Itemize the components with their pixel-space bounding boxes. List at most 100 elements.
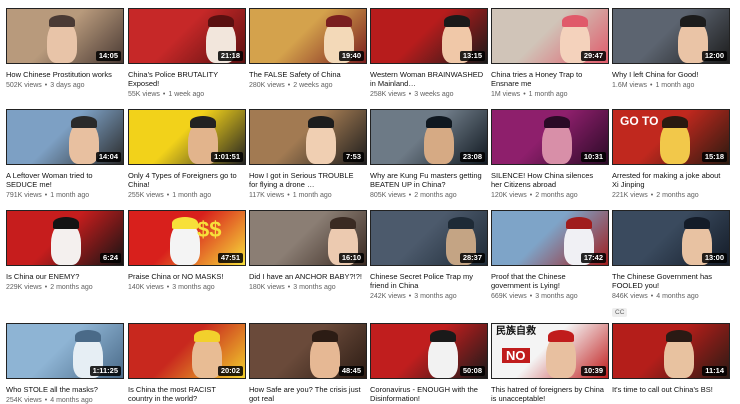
closed-captions-badge: CC	[612, 308, 628, 317]
video-thumbnail[interactable]: 10:31	[491, 109, 609, 165]
video-title[interactable]: Is China our ENEMY?	[6, 272, 124, 281]
upload-age: 3 months ago	[414, 293, 457, 300]
video-thumbnail[interactable]: 17:42	[491, 210, 609, 266]
video-thumbnail[interactable]: 6:24	[6, 210, 124, 266]
view-count: 221K views	[612, 192, 648, 199]
video-title[interactable]: This hatred of foreigners by China is un…	[491, 385, 609, 403]
video-thumbnail[interactable]: 28:37	[370, 210, 488, 266]
video-thumbnail[interactable]: 20:02	[128, 323, 246, 379]
video-thumbnail[interactable]: GO TO 15:18	[612, 109, 730, 165]
video-card[interactable]: 17:42 Proof that the Chinese government i…	[491, 210, 609, 301]
meta-separator: •	[287, 284, 291, 291]
video-title[interactable]: It's time to call out China's BS!	[612, 385, 730, 394]
video-meta: 242K views • 3 months ago	[370, 292, 488, 301]
video-card[interactable]: 10:31 SILENCE! How China silences her Cit…	[491, 109, 609, 200]
video-title[interactable]: Proof that the Chinese government is Lyi…	[491, 272, 609, 290]
meta-separator: •	[287, 82, 291, 89]
thumbnail-figure-hair	[684, 217, 710, 229]
view-count: 254K views	[6, 397, 42, 404]
video-card[interactable]: 13:15 Western Woman BRAINWASHED in Mainla…	[370, 8, 488, 99]
video-duration: 11:14	[702, 366, 727, 376]
video-card[interactable]: 48:45 How Safe are you? The crisis just g…	[249, 323, 367, 403]
video-title[interactable]: How Chinese Prostitution works	[6, 70, 124, 79]
video-card[interactable]: 11:14 It's time to call out China's BS!	[612, 323, 730, 394]
video-thumbnail[interactable]: 12:00	[612, 8, 730, 64]
video-card[interactable]: 20:02 Is China the most RACIST country in…	[128, 323, 246, 403]
video-title[interactable]: How I got in Serious TROUBLE for flying …	[249, 171, 367, 189]
video-title[interactable]: Why are Kung Fu masters getting BEATEN U…	[370, 171, 488, 189]
view-count: 255K views	[128, 192, 164, 199]
thumbnail-overlay-text: GO TO	[617, 114, 662, 128]
thumbnail-figure-hair	[75, 330, 101, 342]
video-thumbnail[interactable]: 48:45	[249, 323, 367, 379]
video-title[interactable]: Did I have an ANCHOR BABY?!?!	[249, 272, 367, 281]
video-title[interactable]: Chinese Secret Police Trap my friend in …	[370, 272, 488, 290]
video-thumbnail[interactable]: 14:05	[6, 8, 124, 64]
video-title[interactable]: Praise China or NO MASKS!	[128, 272, 246, 281]
video-card[interactable]: 民族自救 NO 10:39 This hatred of foreigners by …	[491, 323, 609, 403]
video-thumbnail[interactable]: 23:08	[370, 109, 488, 165]
video-thumbnail[interactable]: 1:11:25	[6, 323, 124, 379]
video-thumbnail[interactable]: 7:53	[249, 109, 367, 165]
video-card[interactable]: 7:53 How I got in Serious TROUBLE for fly…	[249, 109, 367, 200]
video-card[interactable]: 19:40 The FALSE Safety of China 280K views…	[249, 8, 367, 90]
thumbnail-figure-hair	[330, 217, 356, 229]
video-card[interactable]: $$ 47:51 Praise China or NO MASKS! 140K vie…	[128, 210, 246, 292]
video-card[interactable]: 23:08 Why are Kung Fu masters getting BEA…	[370, 109, 488, 200]
video-card[interactable]: 1:11:25 Who STOLE all the masks? 254K view…	[6, 323, 124, 404]
video-meta: 502K views • 3 days ago	[6, 81, 124, 90]
video-title[interactable]: Coronavirus - ENOUGH with the Disinforma…	[370, 385, 488, 403]
video-card[interactable]: 50:08 Coronavirus - ENOUGH with the Disin…	[370, 323, 488, 403]
video-title[interactable]: Only 4 Types of Foreigners go to China!	[128, 171, 246, 189]
meta-separator: •	[44, 284, 48, 291]
video-thumbnail[interactable]: $$ 47:51	[128, 210, 246, 266]
video-card[interactable]: 29:47 China tries a Honey Trap to Ensnare…	[491, 8, 609, 99]
video-meta: 791K views • 1 month ago	[6, 191, 124, 200]
video-title[interactable]: Arrested for making a joke about Xi Jinp…	[612, 171, 730, 189]
meta-separator: •	[523, 91, 526, 98]
video-meta: 120K views • 2 months ago	[491, 191, 609, 200]
video-meta: 669K views • 3 months ago	[491, 292, 609, 301]
video-title[interactable]: How Safe are you? The crisis just got re…	[249, 385, 367, 403]
video-duration: 21:18	[217, 51, 243, 61]
video-thumbnail[interactable]: 19:40	[249, 8, 367, 64]
video-thumbnail[interactable]: 21:18	[128, 8, 246, 64]
video-card[interactable]: 14:05 How Chinese Prostitution works 502K …	[6, 8, 124, 90]
video-thumbnail[interactable]: 13:00	[612, 210, 730, 266]
video-card[interactable]: 16:10 Did I have an ANCHOR BABY?!?! 180K v…	[249, 210, 367, 292]
video-card[interactable]: 21:18 China's Police BRUTALITY Exposed! 55…	[128, 8, 246, 99]
video-title[interactable]: SILENCE! How China silences her Citizens…	[491, 171, 609, 189]
thumbnail-figure-hair	[190, 116, 216, 128]
view-count: 669K views	[491, 293, 527, 300]
view-count: 846K views	[612, 293, 648, 300]
video-title[interactable]: A Leftover Woman tried to SEDUCE me!	[6, 171, 124, 189]
view-count: 502K views	[6, 82, 42, 89]
video-title[interactable]: The FALSE Safety of China	[249, 70, 367, 79]
video-card[interactable]: 1:01:51 Only 4 Types of Foreigners go to …	[128, 109, 246, 200]
video-card[interactable]: 13:00 The Chinese Government has FOOLED y…	[612, 210, 730, 319]
video-meta: 255K views • 1 month ago	[128, 191, 246, 200]
video-thumbnail[interactable]: 11:14	[612, 323, 730, 379]
video-card[interactable]: GO TO 15:18 Arrested for making a joke abo…	[612, 109, 730, 200]
video-thumbnail[interactable]: 民族自救 NO 10:39	[491, 323, 609, 379]
video-title[interactable]: Who STOLE all the masks?	[6, 385, 124, 394]
video-title[interactable]: Why I left China for Good!	[612, 70, 730, 79]
video-title[interactable]: China tries a Honey Trap to Ensnare me	[491, 70, 609, 88]
video-card[interactable]: 14:04 A Leftover Woman tried to SEDUCE me…	[6, 109, 124, 200]
video-thumbnail[interactable]: 50:08	[370, 323, 488, 379]
video-title[interactable]: Is China the most RACIST country in the …	[128, 385, 246, 403]
upload-age: 1 month ago	[50, 192, 90, 199]
video-title[interactable]: The Chinese Government has FOOLED you!	[612, 272, 730, 290]
video-thumbnail[interactable]: 1:01:51	[128, 109, 246, 165]
video-duration: 13:00	[701, 253, 727, 263]
video-title[interactable]: China's Police BRUTALITY Exposed!	[128, 70, 246, 88]
video-card[interactable]: 6:24 Is China our ENEMY? 229K views • 2 mont…	[6, 210, 124, 292]
video-card[interactable]: 12:00 Why I left China for Good! 1.6M view…	[612, 8, 730, 90]
video-thumbnail[interactable]: 16:10	[249, 210, 367, 266]
video-card[interactable]: 28:37 Chinese Secret Police Trap my frien…	[370, 210, 488, 301]
video-thumbnail[interactable]: 14:04	[6, 109, 124, 165]
video-title[interactable]: Western Woman BRAINWASHED in Mainland…	[370, 70, 488, 88]
video-thumbnail[interactable]: 29:47	[491, 8, 609, 64]
video-thumbnail[interactable]: 13:15	[370, 8, 488, 64]
video-duration: 29:47	[580, 51, 606, 61]
